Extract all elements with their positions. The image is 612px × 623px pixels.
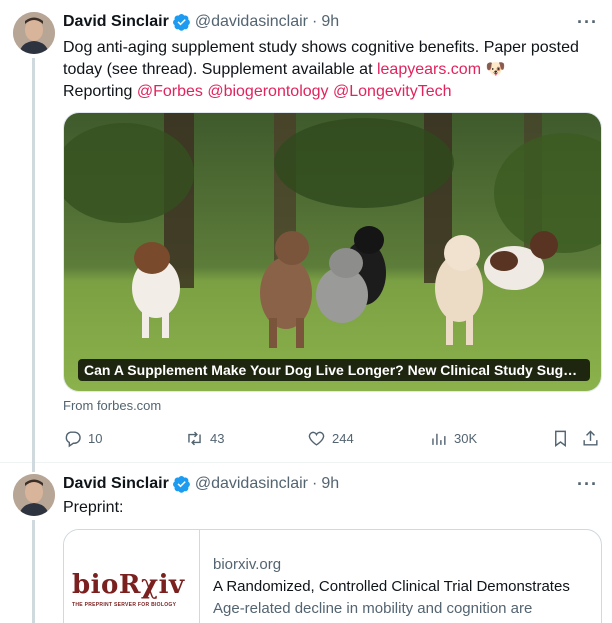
- biorxiv-tagline: THE PREPRINT SERVER FOR BIOLOGY: [72, 602, 177, 608]
- card-thumbnail: bioRχiv THE PREPRINT SERVER FOR BIOLOGY: [64, 530, 200, 623]
- views-chart-icon: [432, 433, 446, 445]
- tweet-header: David Sinclair @davidasinclair · 9h: [63, 473, 339, 495]
- thread-connector: [32, 520, 35, 623]
- separator-dot: ·: [312, 475, 318, 492]
- share-icon: [583, 429, 598, 446]
- like-button[interactable]: 244: [307, 426, 354, 450]
- reply-icon: [65, 430, 81, 447]
- reply-count: 10: [88, 430, 103, 446]
- retweet-button[interactable]: 43: [185, 426, 224, 450]
- more-options-icon[interactable]: ···: [577, 474, 598, 495]
- retweet-count: 43: [210, 430, 225, 446]
- dogs-running-image: [64, 113, 601, 391]
- verified-badge-icon: [172, 475, 190, 493]
- card-domain: biorxiv.org: [213, 556, 282, 573]
- bookmark-button[interactable]: [551, 426, 576, 450]
- reply-button[interactable]: 10: [63, 426, 102, 450]
- bookmark-icon: [555, 430, 566, 447]
- views-button[interactable]: 30K: [429, 426, 477, 450]
- timestamp[interactable]: 9h: [321, 475, 339, 493]
- author-handle[interactable]: @davidasinclair: [195, 475, 308, 493]
- link-preview-card[interactable]: Can A Supplement Make Your Dog Live Long…: [63, 112, 602, 392]
- card-description: Age-related decline in mobility and cogn…: [213, 600, 533, 617]
- card-caption: Can A Supplement Make Your Dog Live Long…: [78, 359, 590, 381]
- biorxiv-logo: bioRχiv THE PREPRINT SERVER FOR BIOLOGY: [72, 570, 196, 608]
- tweet-actions: 10 43 244 30K: [63, 426, 603, 450]
- separator-dot: ·: [312, 13, 318, 30]
- reporting-label: Reporting: [63, 83, 137, 100]
- heart-icon: [308, 431, 325, 446]
- card-source[interactable]: From forbes.com: [63, 398, 161, 413]
- thread-connector-top: [32, 462, 35, 472]
- tweet-text: Preprint:: [63, 499, 124, 516]
- mention-forbes[interactable]: @Forbes: [137, 83, 203, 100]
- author-handle[interactable]: @davidasinclair: [195, 13, 308, 31]
- mention-biogerontology[interactable]: @biogerontology: [207, 83, 328, 100]
- mention-longevitytech[interactable]: @LongevityTech: [333, 83, 452, 100]
- external-link[interactable]: leapyears.com: [377, 61, 481, 78]
- card-body: biorxiv.org A Randomized, Controlled Cli…: [213, 554, 598, 620]
- avatar[interactable]: [13, 474, 55, 516]
- more-options-icon[interactable]: ···: [577, 12, 598, 33]
- author-name[interactable]: David Sinclair: [63, 475, 169, 493]
- retweet-icon: [188, 431, 201, 445]
- biorxiv-logo-text: bioRχiv: [72, 570, 185, 600]
- verified-badge-icon: [172, 13, 190, 31]
- tweet-text: Dog anti-aging supplement study shows co…: [63, 37, 603, 103]
- timestamp[interactable]: 9h: [321, 13, 339, 31]
- card-title: A Randomized, Controlled Clinical Trial …: [213, 578, 570, 595]
- tweet-1[interactable]: David Sinclair @davidasinclair · 9h ··· …: [0, 0, 612, 462]
- dog-face-emoji-icon: 🐶: [485, 61, 506, 78]
- share-button[interactable]: [581, 426, 606, 450]
- like-count: 244: [332, 430, 354, 446]
- views-count: 30K: [454, 430, 478, 446]
- thread-connector: [32, 58, 35, 462]
- avatar[interactable]: [13, 12, 55, 54]
- tweet-2[interactable]: David Sinclair @davidasinclair · 9h ··· …: [0, 462, 612, 623]
- tweet-header: David Sinclair @davidasinclair · 9h: [63, 11, 339, 33]
- author-name[interactable]: David Sinclair: [63, 13, 169, 31]
- biorxiv-link-card[interactable]: bioRχiv THE PREPRINT SERVER FOR BIOLOGY …: [63, 529, 602, 623]
